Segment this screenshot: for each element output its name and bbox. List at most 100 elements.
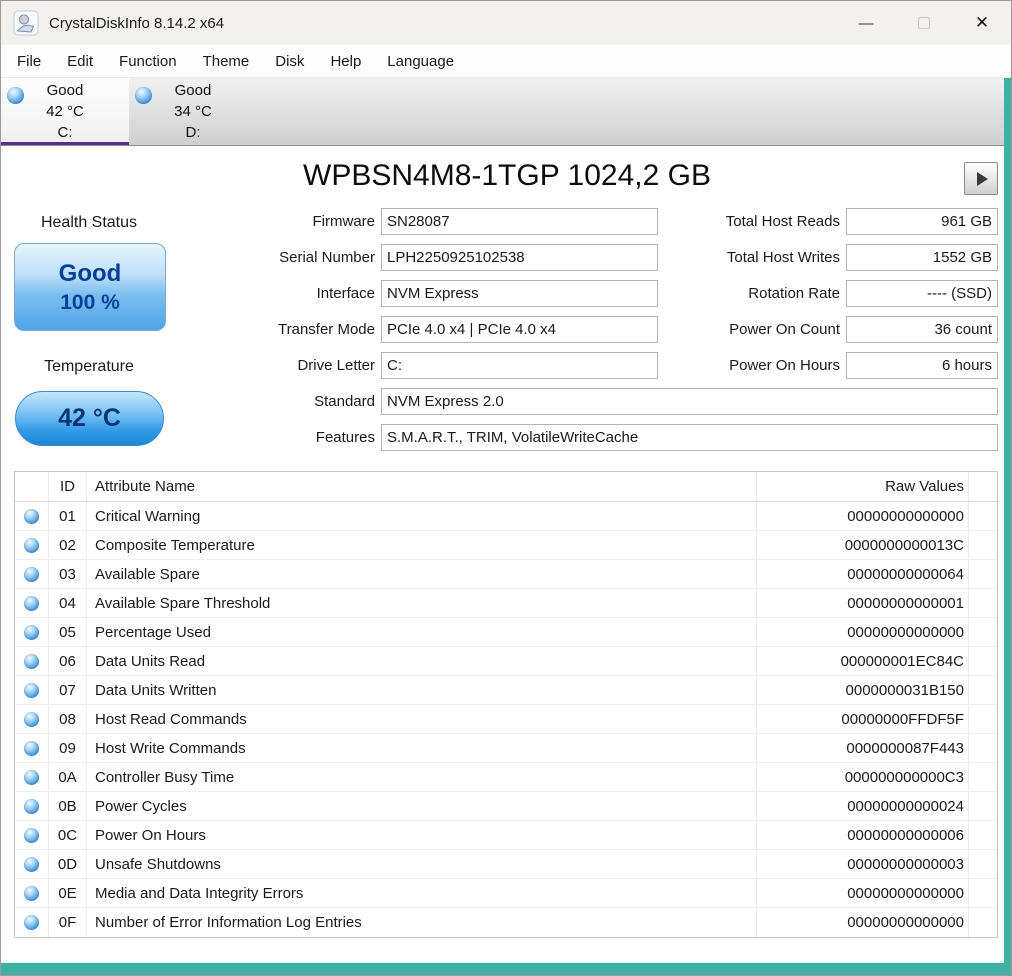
drive-status-sphere-icon — [135, 87, 152, 104]
temperature-badge: 42 °C — [15, 391, 164, 446]
attribute-raw-value: 00000000000024 — [757, 792, 969, 820]
attribute-status-icon — [24, 682, 39, 698]
menu-disk[interactable]: Disk — [262, 53, 317, 70]
attribute-raw-value: 000000001EC84C — [757, 647, 969, 675]
maximize-button[interactable] — [895, 1, 953, 45]
attribute-id: 06 — [49, 647, 87, 675]
attribute-status-icon — [24, 624, 39, 640]
attribute-raw-value: 00000000000006 — [757, 821, 969, 849]
attribute-status-icon — [24, 798, 39, 814]
menu-bar: File Edit Function Theme Disk Help Langu… — [1, 45, 1011, 78]
drive-info-left: Firmware SN28087 Serial Number LPH225092… — [181, 208, 658, 388]
attribute-raw-value: 00000000000000 — [757, 879, 969, 907]
standard-field: NVM Express 2.0 — [381, 388, 998, 415]
drive-letter-label: Drive Letter — [297, 357, 375, 374]
smart-row: 0E Media and Data Integrity Errors 00000… — [15, 879, 997, 908]
attribute-name: Percentage Used — [87, 618, 757, 646]
rotation-rate-field: ---- (SSD) — [846, 280, 998, 307]
attribute-name: Available Spare Threshold — [87, 589, 757, 617]
drive-tab-strip: Good 42 °C C: Good 34 °C D: — [1, 78, 1011, 146]
features-field: S.M.A.R.T., TRIM, VolatileWriteCache — [381, 424, 998, 451]
minimize-button[interactable]: — — [837, 1, 895, 45]
features-label: Features — [315, 429, 375, 446]
attribute-name: Data Units Written — [87, 676, 757, 704]
transfer-mode-label: Transfer Mode — [278, 321, 375, 338]
window-title: CrystalDiskInfo 8.14.2 x64 — [49, 14, 225, 32]
smart-row: 0D Unsafe Shutdowns 00000000000003 — [15, 850, 997, 879]
smart-table-header: ID Attribute Name Raw Values — [15, 472, 997, 502]
attribute-id: 07 — [49, 676, 87, 704]
menu-file[interactable]: File — [4, 53, 54, 70]
attribute-status-icon — [24, 915, 39, 930]
health-status-badge[interactable]: Good 100 % — [14, 243, 166, 331]
selected-tab-indicator — [1, 142, 129, 145]
drive-title: WPBSN4M8-1TGP 1024,2 GB — [303, 159, 711, 192]
theme-accent-right — [1004, 78, 1011, 975]
rotation-rate-label: Rotation Rate — [748, 285, 840, 302]
health-status-value: Good — [58, 259, 122, 287]
attribute-name: Unsafe Shutdowns — [87, 850, 757, 878]
menu-function[interactable]: Function — [106, 53, 190, 70]
menu-help[interactable]: Help — [317, 53, 374, 70]
attribute-status-icon — [24, 885, 39, 901]
smart-row: 03 Available Spare 00000000000064 — [15, 560, 997, 589]
total-host-writes-label: Total Host Writes — [726, 249, 840, 266]
drive-tab-d[interactable]: Good 34 °C D: — [129, 78, 257, 145]
attribute-name: Host Write Commands — [87, 734, 757, 762]
smart-row: 04 Available Spare Threshold 00000000000… — [15, 589, 997, 618]
total-host-reads-label: Total Host Reads — [725, 213, 840, 230]
attribute-name: Composite Temperature — [87, 531, 757, 559]
attribute-status-icon — [24, 740, 39, 756]
header-status-column — [15, 472, 49, 501]
interface-field: NVM Express — [381, 280, 658, 307]
attribute-name: Media and Data Integrity Errors — [87, 879, 757, 907]
tab-drive-letter: C: — [57, 124, 73, 141]
total-host-reads-field: 961 GB — [846, 208, 998, 235]
close-button[interactable]: ✕ — [953, 1, 1011, 45]
smart-row: 0A Controller Busy Time 000000000000C3 — [15, 763, 997, 792]
attribute-status-icon — [24, 653, 39, 669]
tab-status: Good — [46, 82, 84, 99]
drive-info-right: Total Host Reads 961 GB Total Host Write… — [661, 208, 998, 388]
health-percent-value: 100 % — [60, 290, 120, 314]
attribute-raw-value: 00000000000064 — [757, 560, 969, 588]
interface-label: Interface — [316, 285, 375, 302]
header-attribute-name: Attribute Name — [87, 472, 757, 501]
power-on-hours-label: Power On Hours — [729, 357, 840, 374]
attribute-status-icon — [24, 566, 39, 582]
attribute-status-icon — [24, 508, 39, 524]
play-button[interactable] — [964, 162, 998, 195]
header-raw-values: Raw Values — [757, 472, 969, 501]
attribute-id: 01 — [49, 502, 87, 530]
menu-language[interactable]: Language — [374, 53, 467, 70]
attribute-status-icon — [24, 711, 39, 727]
firmware-label: Firmware — [312, 213, 376, 230]
attribute-id: 09 — [49, 734, 87, 762]
transfer-mode-field: PCIe 4.0 x4 | PCIe 4.0 x4 — [381, 316, 658, 343]
attribute-name: Critical Warning — [87, 502, 757, 530]
power-on-hours-field: 6 hours — [846, 352, 998, 379]
serial-number-field: LPH2250925102538 — [381, 244, 658, 271]
menu-edit[interactable]: Edit — [54, 53, 106, 70]
firmware-field: SN28087 — [381, 208, 658, 235]
attribute-id: 02 — [49, 531, 87, 559]
menu-theme[interactable]: Theme — [190, 53, 263, 70]
attribute-name: Data Units Read — [87, 647, 757, 675]
smart-row: 01 Critical Warning 00000000000000 — [15, 502, 997, 531]
smart-row: 0B Power Cycles 00000000000024 — [15, 792, 997, 821]
smart-row: 08 Host Read Commands 00000000FFDF5F — [15, 705, 997, 734]
attribute-name: Power Cycles — [87, 792, 757, 820]
drive-letter-field: C: — [381, 352, 658, 379]
drive-status-sphere-icon — [7, 87, 24, 104]
smart-row: 06 Data Units Read 000000001EC84C — [15, 647, 997, 676]
attribute-status-icon — [24, 769, 39, 785]
drive-tab-c[interactable]: Good 42 °C C: — [1, 78, 129, 145]
attribute-name: Power On Hours — [87, 821, 757, 849]
attribute-id: 0E — [49, 879, 87, 907]
play-icon — [977, 171, 988, 186]
attribute-raw-value: 0000000031B150 — [757, 676, 969, 704]
temperature-label: Temperature — [44, 358, 134, 375]
attribute-status-icon — [24, 537, 39, 553]
smart-row: 0C Power On Hours 00000000000006 — [15, 821, 997, 850]
attribute-id: 0A — [49, 763, 87, 791]
